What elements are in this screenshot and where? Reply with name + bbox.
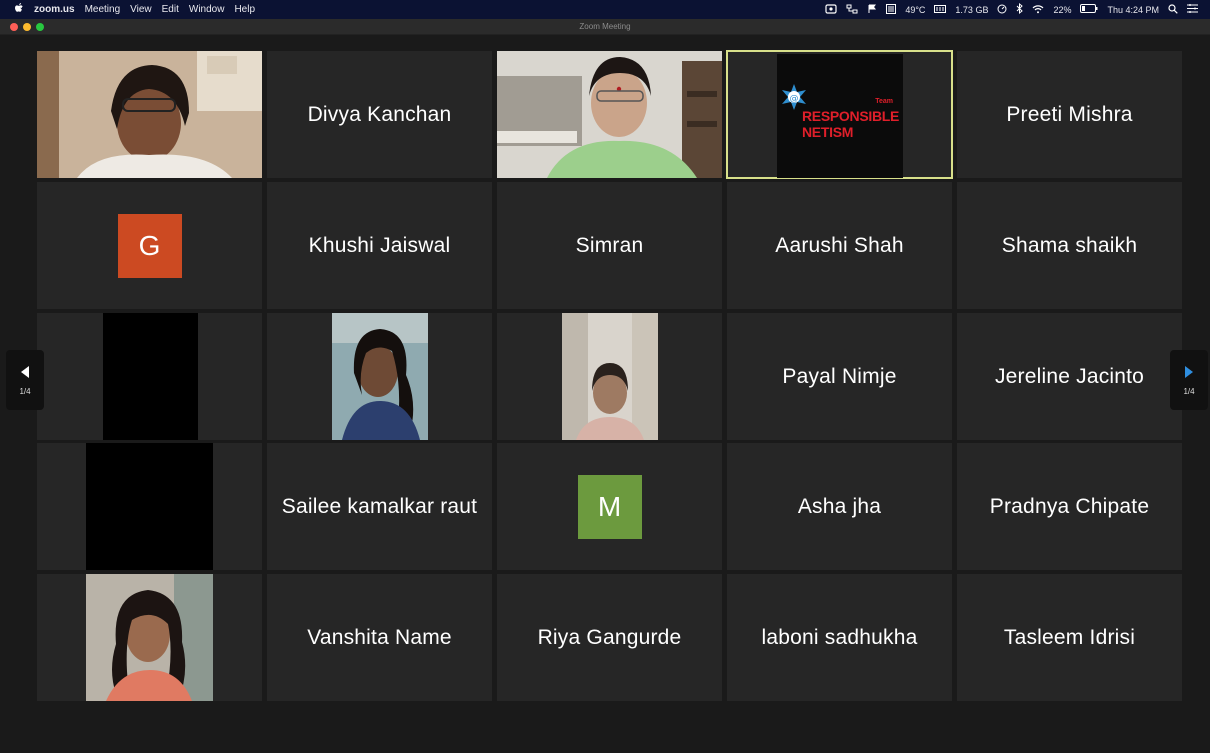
participant-tile[interactable] [37, 574, 262, 701]
clock[interactable]: Thu 4:24 PM [1107, 5, 1159, 15]
chevron-left-icon [19, 365, 31, 384]
participant-tile[interactable]: Aarushi Shah [727, 182, 952, 309]
participant-name: Asha jha [797, 494, 882, 518]
page-indicator-left: 1/4 [19, 386, 31, 396]
participant-name: Simran [575, 233, 644, 257]
participant-video [37, 51, 262, 178]
previous-page-button[interactable]: 1/4 [6, 350, 44, 410]
participant-tile[interactable]: Vanshita Name [267, 574, 492, 701]
participant-tile[interactable] [497, 51, 722, 178]
menu-window[interactable]: Window [189, 4, 225, 15]
sensor-icon[interactable] [886, 3, 897, 16]
participant-grid: Divya Kanchan @ Team RESPONSIBLE NETISM … [37, 50, 1186, 703]
apple-icon[interactable] [14, 2, 24, 17]
screen-record-icon[interactable] [825, 3, 837, 16]
menu-meeting[interactable]: Meeting [85, 4, 121, 15]
video-off-frame [103, 313, 198, 440]
flag-icon[interactable] [867, 4, 877, 16]
participant-name: Tasleem Idrisi [1003, 625, 1136, 649]
participant-tile[interactable]: Divya Kanchan [267, 51, 492, 178]
participant-name: Shama shaikh [1001, 233, 1138, 257]
next-page-button[interactable]: 1/4 [1170, 350, 1208, 410]
participant-tile[interactable] [37, 51, 262, 178]
participant-tile[interactable]: Sailee kamalkar raut [267, 443, 492, 570]
participant-name: Khushi Jaiswal [308, 233, 451, 257]
participant-tile[interactable]: Payal Nimje [727, 313, 952, 440]
participant-tile-active-speaker[interactable]: @ Team RESPONSIBLE NETISM [726, 50, 953, 179]
participant-name: Riya Gangurde [537, 625, 682, 649]
participant-tile[interactable]: Asha jha [727, 443, 952, 570]
gallery-view: Divya Kanchan @ Team RESPONSIBLE NETISM … [6, 35, 1208, 753]
participant-name: Preeti Mishra [1006, 102, 1133, 126]
participant-video [86, 574, 213, 701]
battery-icon[interactable] [1080, 4, 1098, 15]
bluetooth-icon[interactable] [1016, 2, 1024, 16]
logo-line2: NETISM [802, 124, 854, 140]
participant-tile[interactable] [37, 313, 262, 440]
participant-tile[interactable]: M [497, 443, 722, 570]
participant-tile[interactable] [497, 313, 722, 440]
participant-name: laboni sadhukha [761, 625, 918, 649]
menu-help[interactable]: Help [234, 4, 255, 15]
participant-name: Divya Kanchan [307, 102, 452, 126]
logo-team-text: Team [875, 98, 893, 105]
menu-edit[interactable]: Edit [162, 4, 179, 15]
battery-percent[interactable]: 22% [1053, 5, 1071, 15]
dial-icon[interactable] [997, 4, 1007, 16]
window-title: Zoom Meeting [579, 22, 631, 31]
participant-name: Aarushi Shah [775, 233, 904, 257]
participant-tile[interactable]: G [37, 182, 262, 309]
chevron-right-icon [1183, 365, 1195, 384]
mac-menubar: zoom.us Meeting View Edit Window Help 49… [0, 0, 1210, 19]
wifi-icon[interactable] [1032, 4, 1044, 16]
menu-app-name[interactable]: zoom.us [34, 4, 75, 15]
participant-tile[interactable]: Tasleem Idrisi [957, 574, 1182, 701]
logo-line1: RESPONSIBLE [802, 108, 900, 124]
participant-video [332, 313, 428, 440]
window-titlebar: Zoom Meeting [0, 19, 1210, 35]
participant-avatar-initial: M [577, 474, 642, 539]
participant-tile[interactable] [37, 443, 262, 570]
svg-text:@: @ [790, 94, 799, 104]
memory-icon[interactable] [934, 4, 947, 15]
participant-name: Payal Nimje [782, 364, 897, 388]
menu-view[interactable]: View [130, 4, 152, 15]
team-logo: @ Team RESPONSIBLE NETISM [777, 54, 903, 178]
participant-tile[interactable]: Preeti Mishra [957, 51, 1182, 178]
participant-tile[interactable]: Jereline Jacinto [957, 313, 1182, 440]
participant-name: Vanshita Name [307, 625, 452, 649]
control-center-icon[interactable] [1187, 4, 1198, 15]
participant-tile[interactable]: Riya Gangurde [497, 574, 722, 701]
participant-tile[interactable]: Khushi Jaiswal [267, 182, 492, 309]
page-indicator-right: 1/4 [1183, 386, 1195, 396]
network-icon[interactable] [846, 4, 858, 16]
participant-name: Jereline Jacinto [994, 364, 1145, 388]
participant-tile[interactable]: Pradnya Chipate [957, 443, 1182, 570]
participant-tile[interactable] [267, 313, 492, 440]
video-off-frame [86, 443, 213, 570]
participant-tile[interactable]: Simran [497, 182, 722, 309]
temperature-readout[interactable]: 49°C [905, 5, 925, 15]
participant-avatar-initial: G [117, 213, 182, 278]
participant-name: Sailee kamalkar raut [281, 494, 478, 518]
participant-tile[interactable]: laboni sadhukha [727, 574, 952, 701]
participant-video [562, 313, 658, 440]
participant-video [497, 51, 722, 178]
participant-tile[interactable]: Shama shaikh [957, 182, 1182, 309]
search-icon[interactable] [1168, 3, 1178, 16]
participant-name: Pradnya Chipate [989, 494, 1150, 518]
memory-readout[interactable]: 1.73 GB [955, 5, 988, 15]
